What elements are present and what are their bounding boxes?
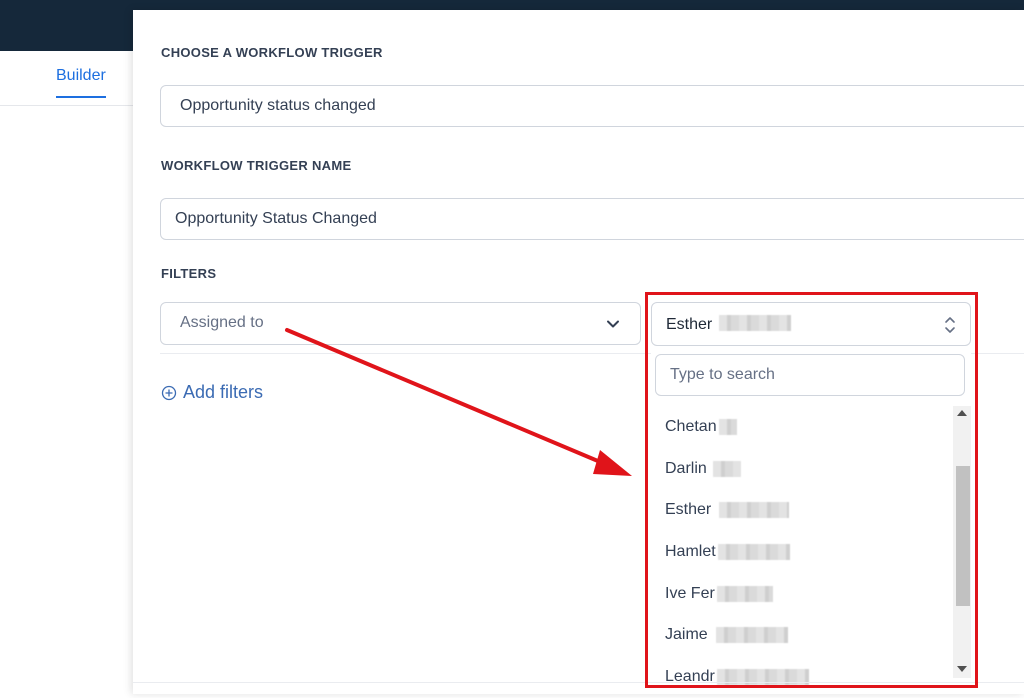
user-search-input[interactable] [655, 354, 965, 396]
trigger-name-label: WORKFLOW TRIGGER NAME [161, 158, 352, 173]
updown-chevron-icon [945, 317, 955, 333]
chevron-down-icon [607, 320, 619, 328]
user-dropdown: Chetan Darlin Esther Hamlet Ive Fer Jaim… [651, 348, 971, 688]
filters-label: FILTERS [161, 266, 217, 281]
list-item[interactable]: Darlin [651, 448, 951, 490]
workflow-trigger-panel: CHOOSE A WORKFLOW TRIGGER Opportunity st… [133, 10, 1024, 694]
trigger-select[interactable]: Opportunity status changed [160, 85, 1024, 127]
list-item[interactable]: Hamlet [651, 531, 951, 573]
user-select-value: Esther [666, 315, 791, 334]
trigger-name-input[interactable]: Opportunity Status Changed [160, 198, 1024, 240]
list-item[interactable]: Jaime [651, 614, 951, 656]
list-item[interactable]: Chetan [651, 406, 951, 448]
trigger-label: CHOOSE A WORKFLOW TRIGGER [161, 45, 383, 60]
plus-circle-icon [161, 385, 177, 400]
user-options-list: Chetan Darlin Esther Hamlet Ive Fer Jaim… [651, 406, 951, 698]
app-header-left [0, 0, 133, 51]
scroll-down-icon[interactable] [957, 666, 967, 672]
list-item[interactable]: Ive Fer [651, 573, 951, 615]
trigger-value: Opportunity status changed [180, 97, 376, 114]
user-select[interactable]: Esther [651, 302, 971, 346]
trigger-name-value: Opportunity Status Changed [175, 210, 377, 227]
panel-bottom-divider [133, 682, 1024, 683]
scrollbar-thumb[interactable] [956, 466, 970, 606]
left-nav [0, 51, 133, 694]
filter-field-select[interactable]: Assigned to [160, 302, 641, 345]
tab-builder[interactable]: Builder [56, 67, 106, 98]
list-item[interactable]: Esther [651, 489, 951, 531]
filter-field-placeholder: Assigned to [180, 314, 264, 331]
top-bar [0, 0, 1024, 10]
tab-divider [0, 105, 133, 106]
scroll-up-icon[interactable] [957, 410, 967, 416]
add-filters-button[interactable]: Add filters [161, 382, 263, 403]
add-filters-label: Add filters [183, 382, 264, 402]
dropdown-scrollbar[interactable] [953, 406, 971, 678]
list-item[interactable]: Leandr [651, 656, 951, 698]
